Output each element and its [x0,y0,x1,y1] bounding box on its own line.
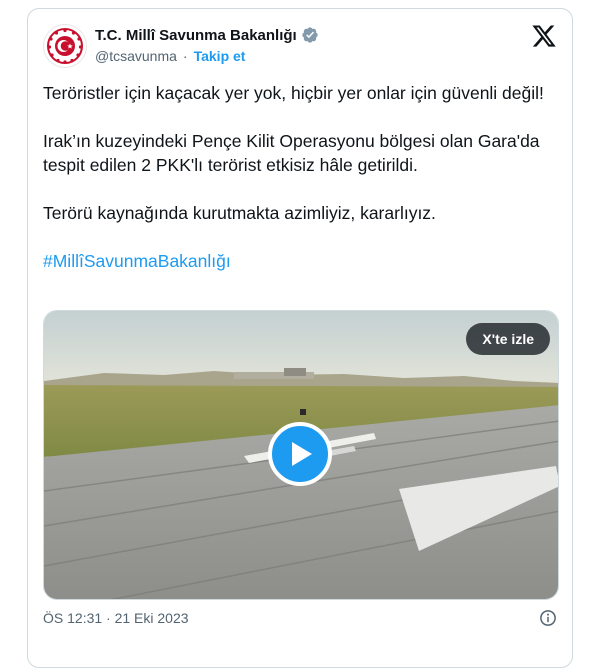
watch-on-x-button[interactable]: X'te izle [466,323,550,355]
play-icon [292,442,312,466]
play-button[interactable] [268,422,332,486]
tweet-timestamp[interactable]: ÖS 12:31 · 21 Eki 2023 [43,610,189,626]
video-media[interactable]: X'te izle [43,310,559,600]
author-name-row: T.C. Millî Savunma Bakanlığı [95,26,319,44]
follow-button[interactable]: Takip et [194,48,246,64]
author-handle-row: @tcsavunma · Takip et [95,48,245,64]
author-handle[interactable]: @tcsavunma [95,48,177,64]
tweet-paragraph: Irak’ın kuzeyindeki Pençe Kilit Operasyo… [43,131,540,175]
info-icon[interactable] [539,609,557,627]
tweet-paragraph: Teröristler için kaçacak yer yok, hiçbir… [43,83,544,103]
hashtag-link[interactable]: #MillîSavunmaBakanlığı [43,251,231,271]
verified-badge-icon [302,27,318,43]
ministry-emblem-icon [47,28,83,64]
tweet-text: Teröristler için kaçacak yer yok, hiçbir… [43,81,563,273]
x-logo-icon[interactable] [531,23,557,49]
author-display-name[interactable]: T.C. Millî Savunma Bakanlığı [95,27,297,44]
tweet-paragraph: Terörü kaynağında kurutmakta azimliyiz, … [43,203,436,223]
tweet-card: T.C. Millî Savunma Bakanlığı @tcsavunma … [27,8,573,668]
separator-dot: · [182,48,188,64]
author-avatar[interactable] [43,24,87,68]
